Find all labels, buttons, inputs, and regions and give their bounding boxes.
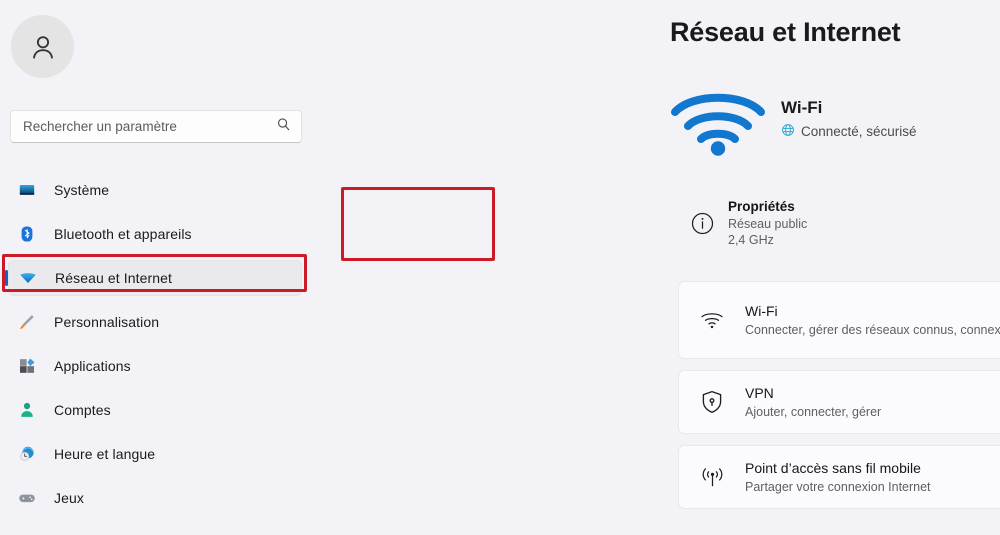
gamepad-icon [17, 488, 37, 508]
row-wifi-texts: Wi-Fi Connecter, gérer des réseaux connu… [745, 302, 1000, 339]
row-vpn-title: VPN [745, 384, 774, 401]
properties-tile[interactable]: Propriétés Réseau public 2,4 GHz [670, 185, 824, 261]
sidebar-item-applications[interactable]: Applications [8, 348, 302, 384]
properties-tile-title: Propriétés [728, 199, 795, 214]
properties-tile-sub-1: Réseau public [728, 217, 808, 231]
sidebar-item-label: Heure et langue [54, 446, 156, 462]
row-mobile-hotspot-title: Point d’accès sans fil mobile [745, 459, 921, 476]
row-wifi-title: Wi-Fi [745, 302, 778, 319]
network-status-block: Wi-Fi Connecté, sécurisé [670, 84, 917, 163]
sidebar-item-bluetooth[interactable]: Bluetooth et appareils [8, 216, 302, 252]
wifi-large-icon [670, 86, 766, 163]
row-vpn-texts: VPN Ajouter, connecter, gérer [745, 384, 1000, 421]
row-mobile-hotspot-texts: Point d’accès sans fil mobile Partager v… [745, 459, 1000, 496]
properties-tile-sub-2: 2,4 GHz [728, 233, 774, 247]
row-vpn[interactable]: VPN Ajouter, connecter, gérer [678, 370, 1000, 434]
sidebar-item-label: Bluetooth et appareils [54, 226, 192, 242]
bluetooth-icon [17, 224, 37, 244]
info-circle-icon [688, 211, 716, 236]
user-avatar-icon [11, 15, 74, 78]
sidebar-item-personnalisation[interactable]: Personnalisation [8, 304, 302, 340]
search-icon [276, 117, 291, 137]
settings-rows: Wi-Fi Connecter, gérer des réseaux connu… [678, 281, 1000, 520]
page-title: Réseau et Internet [670, 17, 901, 47]
main-content: Réseau et Internet Wi-Fi Connecté, sécur… [330, 0, 1000, 535]
sidebar-item-label: Réseau et Internet [55, 270, 172, 286]
sidebar-item-comptes[interactable]: Comptes [8, 392, 302, 428]
network-status-texts: Wi-Fi Connecté, sécurisé [781, 84, 917, 140]
shield-lock-icon [693, 390, 731, 414]
row-mobile-hotspot[interactable]: Point d’accès sans fil mobile Partager v… [678, 445, 1000, 509]
person-icon [17, 400, 37, 420]
sidebar-item-label: Applications [54, 358, 131, 374]
sidebar: Système Bluetooth et appareils [0, 0, 330, 535]
clock-globe-icon [17, 444, 37, 464]
avatar[interactable] [11, 15, 74, 78]
search-input[interactable] [23, 111, 276, 142]
row-mobile-hotspot-sub: Partager votre connexion Internet [745, 479, 931, 494]
monitor-icon [17, 180, 37, 200]
properties-tile-texts: Propriétés Réseau public 2,4 GHz [728, 198, 824, 248]
sidebar-item-heure-et-langue[interactable]: Heure et langue [8, 436, 302, 472]
sidebar-item-label: Comptes [54, 402, 111, 418]
network-connection-label: Connecté, sécurisé [801, 124, 917, 139]
apps-icon [17, 356, 37, 376]
settings-window: Système Bluetooth et appareils [0, 0, 1000, 535]
network-name: Wi-Fi [781, 98, 823, 117]
sidebar-item-systeme[interactable]: Système [8, 172, 302, 208]
sidebar-nav: Système Bluetooth et appareils Réseau et… [0, 172, 330, 524]
globe-icon [781, 123, 795, 140]
wifi-icon [18, 268, 38, 288]
sidebar-item-jeux[interactable]: Jeux [8, 480, 302, 516]
network-connection-status: Connecté, sécurisé [781, 123, 917, 140]
sidebar-item-label: Système [54, 182, 110, 198]
sidebar-item-reseau-et-internet[interactable]: Réseau et Internet [8, 260, 302, 296]
paintbrush-icon [17, 312, 37, 332]
sidebar-item-label: Personnalisation [54, 314, 160, 330]
row-vpn-sub: Ajouter, connecter, gérer [745, 404, 882, 419]
quick-tiles: Propriétés Réseau public 2,4 GHz Consomm… [670, 185, 1000, 261]
row-wifi-sub: Connecter, gérer des réseaux connus, con… [745, 322, 1000, 337]
wifi-row-icon [693, 309, 731, 331]
search-box[interactable] [10, 110, 302, 143]
sidebar-item-label: Jeux [54, 490, 84, 506]
row-wifi[interactable]: Wi-Fi Connecter, gérer des réseaux connu… [678, 281, 1000, 359]
hotspot-icon [693, 465, 731, 489]
